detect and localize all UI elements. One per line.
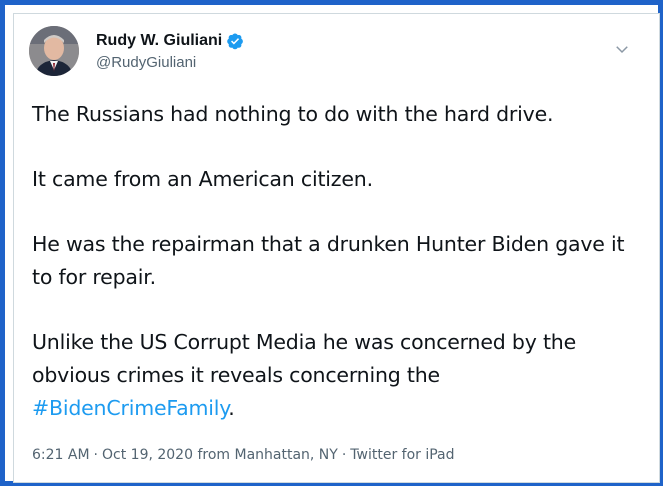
author-name-row[interactable]: Rudy W. Giuliani xyxy=(96,31,244,51)
tweet-metadata: 6:21 AM · Oct 19, 2020 from Manhattan, NY ·… xyxy=(32,445,455,465)
meta-separator: · xyxy=(341,447,347,463)
author-block: Rudy W. Giuliani @RudyGiuliani xyxy=(96,31,244,73)
tweet-source[interactable]: Twitter for iPad xyxy=(350,447,454,463)
tweet-card: Rudy W. Giuliani @RudyGiuliani The Russi… xyxy=(13,13,660,483)
tweet-paragraph-last: Unlike the US Corrupt Media he was conce… xyxy=(32,326,642,425)
author-handle[interactable]: @RudyGiuliani xyxy=(96,53,244,73)
hashtag-suffix: . xyxy=(228,396,235,420)
hashtag-link[interactable]: #BidenCrimeFamily xyxy=(32,396,228,420)
chevron-down-icon[interactable] xyxy=(613,40,631,58)
tweet-paragraph: The Russians had nothing to do with the … xyxy=(32,102,554,126)
tweet-text: The Russians had nothing to do with the … xyxy=(32,98,642,425)
avatar[interactable] xyxy=(29,26,79,76)
tweet-paragraph-text: Unlike the US Corrupt Media he was conce… xyxy=(32,330,576,387)
avatar-image xyxy=(29,26,79,76)
tweet-header: Rudy W. Giuliani @RudyGiuliani xyxy=(29,26,639,86)
outer-frame: Rudy W. Giuliani @RudyGiuliani The Russi… xyxy=(0,0,663,486)
verified-badge-icon xyxy=(226,32,244,50)
tweet-paragraph: He was the repairman that a drunken Hunt… xyxy=(32,232,625,289)
tweet-time[interactable]: 6:21 AM xyxy=(32,447,90,463)
tweet-paragraph: It came from an American citizen. xyxy=(32,167,373,191)
tweet-date[interactable]: Oct 19, 2020 xyxy=(102,447,193,463)
tweet-location[interactable]: from Manhattan, NY xyxy=(197,447,337,463)
meta-separator: · xyxy=(93,447,98,463)
author-display-name[interactable]: Rudy W. Giuliani xyxy=(96,31,222,51)
